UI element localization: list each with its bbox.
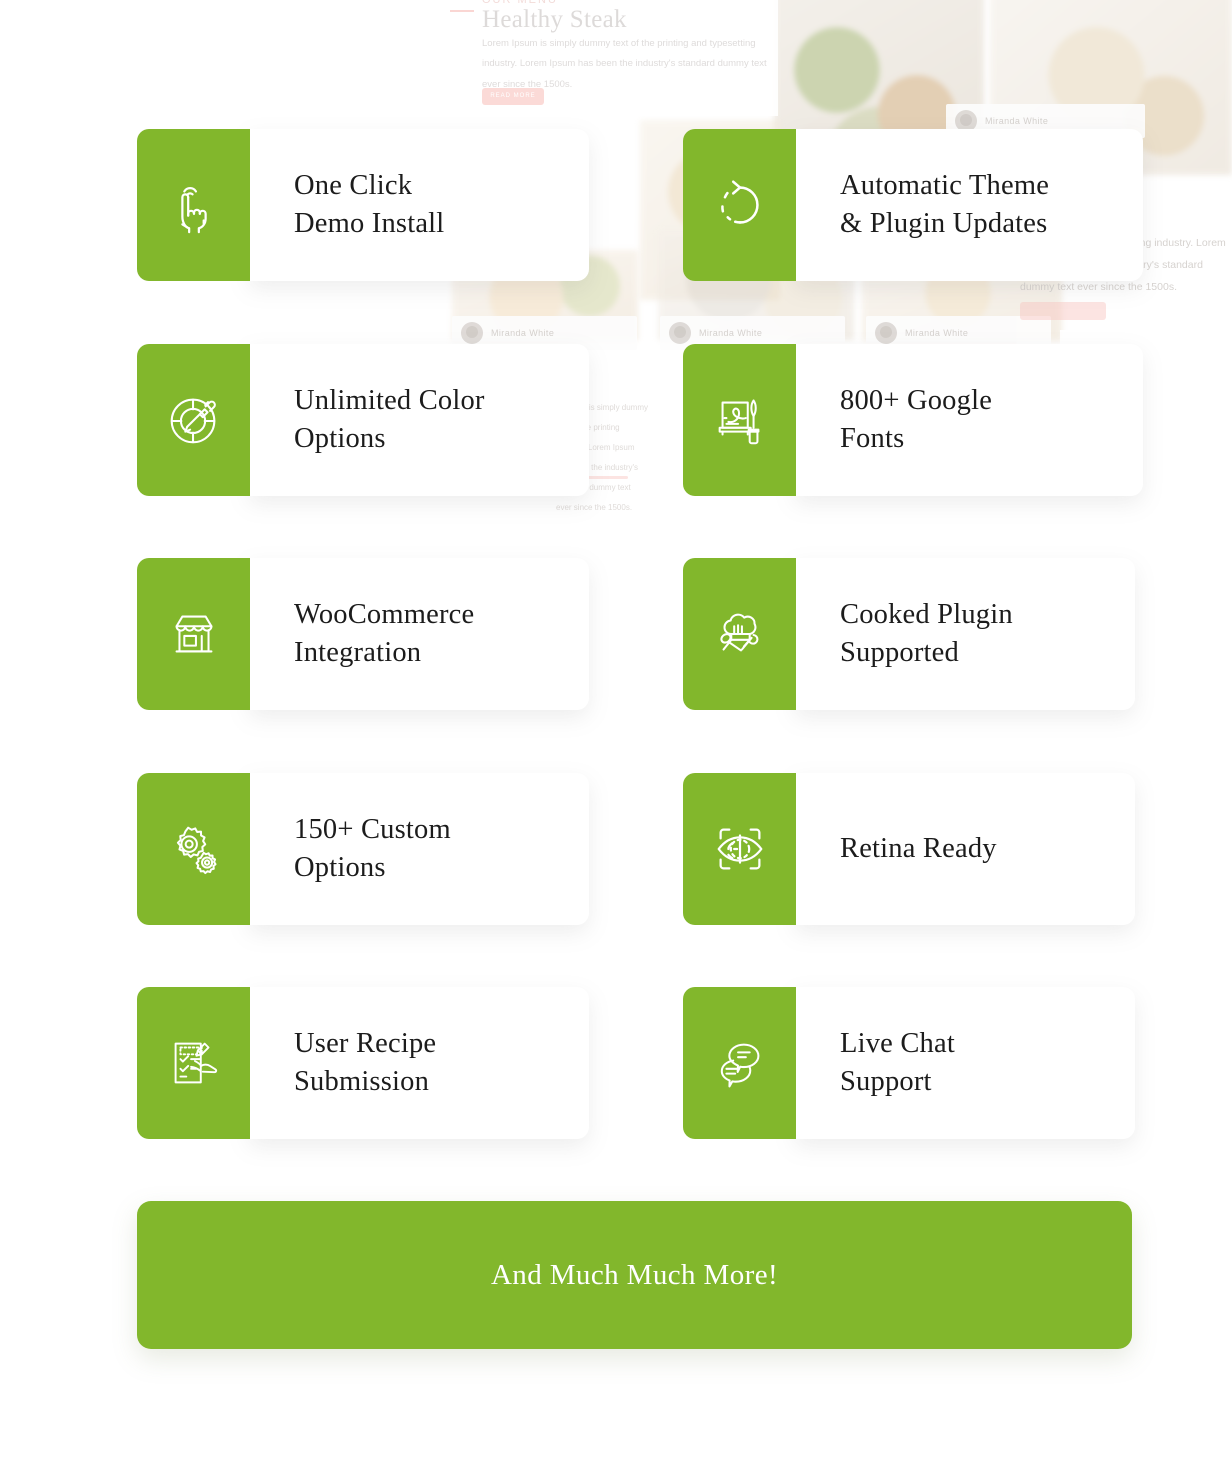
feature-title: Retina Ready xyxy=(840,833,997,865)
feature-card-body: Retina Ready xyxy=(795,773,1135,925)
feature-card-woocommerce-integration[interactable]: WooCommerce Integration xyxy=(137,558,589,710)
feature-title: 150+ Custom Options xyxy=(294,814,451,883)
quill-pen-inkwell-icon xyxy=(683,344,796,496)
feature-title: One Click Demo Install xyxy=(294,170,445,239)
feature-card-user-recipe-submission[interactable]: User Recipe Submission xyxy=(137,987,589,1139)
pointing-hand-tap-icon xyxy=(137,129,250,281)
feature-card-cooked-plugin-supported[interactable]: Cooked Plugin Supported xyxy=(683,558,1135,710)
feature-card-body: WooCommerce Integration xyxy=(249,558,589,710)
feature-title: Live Chat Support xyxy=(840,1028,955,1097)
feature-card-body: Unlimited Color Options xyxy=(249,344,589,496)
features-grid: One Click Demo Install Automatic Theme &… xyxy=(0,0,1232,1459)
and-much-more-banner[interactable]: And Much Much More! xyxy=(137,1201,1132,1349)
feature-title: Automatic Theme & Plugin Updates xyxy=(840,170,1050,239)
feature-title: 800+ Google Fonts xyxy=(840,385,993,454)
feature-card-body: Automatic Theme & Plugin Updates xyxy=(795,129,1143,281)
feature-card-custom-options[interactable]: 150+ Custom Options xyxy=(137,773,589,925)
feature-card-one-click-demo-install[interactable]: One Click Demo Install xyxy=(137,129,589,281)
feature-title: WooCommerce Integration xyxy=(294,599,475,668)
feature-card-body: Live Chat Support xyxy=(795,987,1135,1139)
speech-bubbles-chat-icon xyxy=(683,987,796,1139)
feature-card-google-fonts[interactable]: 800+ Google Fonts xyxy=(683,344,1143,496)
feature-title: Unlimited Color Options xyxy=(294,385,485,454)
feature-card-body: User Recipe Submission xyxy=(249,987,589,1139)
feature-card-body: 800+ Google Fonts xyxy=(795,344,1143,496)
feature-card-body: 150+ Custom Options xyxy=(249,773,589,925)
feature-title: User Recipe Submission xyxy=(294,1028,437,1097)
gears-settings-icon xyxy=(137,773,250,925)
feature-card-retina-ready[interactable]: Retina Ready xyxy=(683,773,1135,925)
feature-card-unlimited-color-options[interactable]: Unlimited Color Options xyxy=(137,344,589,496)
circular-refresh-arrow-icon xyxy=(683,129,796,281)
feature-card-automatic-theme-plugin-updates[interactable]: Automatic Theme & Plugin Updates xyxy=(683,129,1143,281)
feature-title: Cooked Plugin Supported xyxy=(840,599,1013,668)
eye-focus-frame-icon xyxy=(683,773,796,925)
feature-card-body: One Click Demo Install xyxy=(249,129,589,281)
color-wheel-eyedropper-icon xyxy=(137,344,250,496)
banner-label: And Much Much More! xyxy=(490,1258,779,1291)
storefront-shop-icon xyxy=(137,558,250,710)
hand-writing-checklist-icon xyxy=(137,987,250,1139)
feature-card-live-chat-support[interactable]: Live Chat Support xyxy=(683,987,1135,1139)
feature-card-body: Cooked Plugin Supported xyxy=(795,558,1135,710)
chef-hat-utensils-icon xyxy=(683,558,796,710)
